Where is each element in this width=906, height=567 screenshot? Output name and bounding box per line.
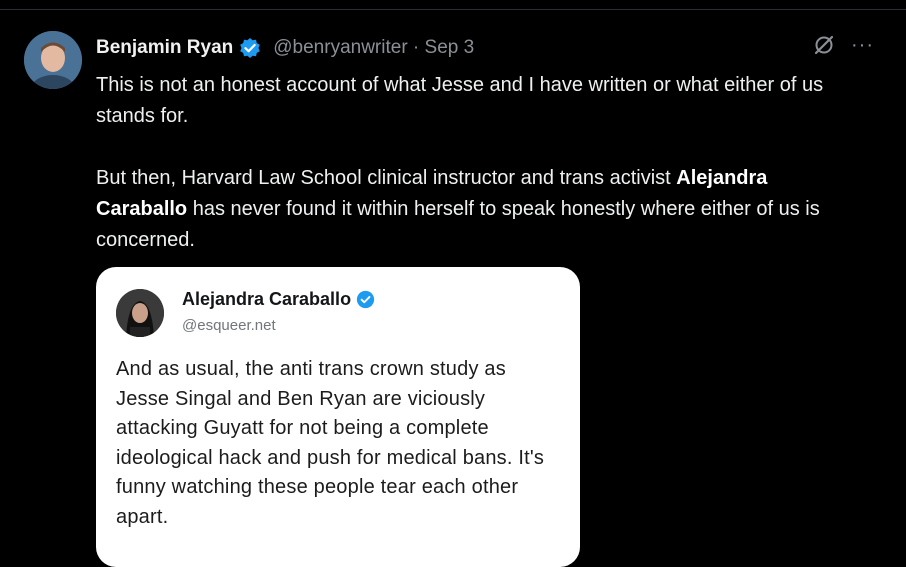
top-divider: [0, 9, 906, 10]
quoted-post-card[interactable]: Alejandra Caraballo @esqueer.net And as …: [96, 267, 580, 567]
more-icon[interactable]: ···: [851, 35, 874, 55]
quoted-author-avatar-image: [116, 289, 164, 337]
tweet-actions: ···: [813, 34, 874, 56]
tweet-text: This is not an honest account of what Je…: [96, 70, 856, 256]
quoted-verified-badge-icon: [356, 290, 375, 309]
grok-icon[interactable]: [813, 34, 835, 56]
tweet-paragraph-1: This is not an honest account of what Je…: [96, 74, 824, 127]
paragraph-2-start: But then, Harvard Law School clinical in…: [96, 167, 677, 189]
verified-badge-icon: [240, 38, 261, 58]
paragraph-2-end: has never found it within herself to spe…: [96, 198, 820, 251]
tweet-header: Benjamin Ryan @benryanwriter · Sep 3: [96, 33, 474, 63]
author-handle-date[interactable]: @benryanwriter · Sep 3: [273, 37, 474, 59]
quoted-post-text: And as usual, the anti trans crown study…: [116, 358, 545, 528]
author-avatar[interactable]: [24, 31, 82, 89]
quoted-author-name[interactable]: Alejandra Caraballo: [182, 289, 351, 310]
tweet-paragraph-2: But then, Harvard Law School clinical in…: [96, 163, 856, 256]
quoted-author-handle[interactable]: @esqueer.net: [182, 317, 276, 334]
quoted-author-avatar[interactable]: [116, 289, 164, 337]
author-name[interactable]: Benjamin Ryan: [96, 37, 233, 59]
quoted-author-name-row: Alejandra Caraballo: [182, 289, 375, 310]
author-avatar-image: [24, 31, 82, 89]
